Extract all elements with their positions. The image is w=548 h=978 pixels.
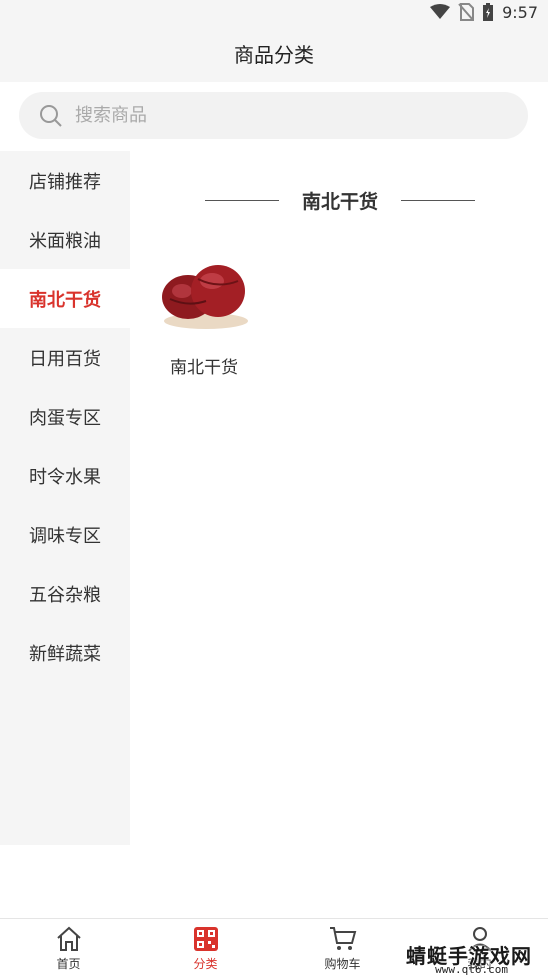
sidebar-item-vegetables[interactable]: 新鲜蔬菜 — [0, 623, 130, 682]
sidebar-item-label: 调味专区 — [29, 525, 101, 547]
sidebar-item-label: 新鲜蔬菜 — [29, 643, 101, 665]
search-box[interactable] — [19, 92, 528, 139]
goods-item[interactable]: 南北干货 — [158, 259, 250, 378]
watermark-url: www.qt6.com — [435, 963, 508, 976]
sidebar-item-label: 日用百货 — [29, 348, 101, 370]
red-dates-image — [162, 265, 248, 329]
section-title: 南北干货 — [301, 190, 378, 213]
sidebar-item-grains[interactable]: 五谷杂粮 — [0, 564, 130, 623]
sidebar-item-meat-egg[interactable]: 肉蛋专区 — [0, 387, 130, 446]
sidebar-item-seasoning[interactable]: 调味专区 — [0, 505, 130, 564]
sidebar-item-shop-recommend[interactable]: 店铺推荐 — [0, 151, 130, 210]
header: 商品分类 — [0, 24, 548, 82]
sidebar-item-label: 店铺推荐 — [29, 171, 101, 193]
divider-line — [205, 199, 279, 201]
category-grid-icon — [193, 926, 218, 951]
search-input[interactable] — [75, 105, 475, 126]
tab-home[interactable]: 首页 — [0, 919, 137, 978]
goods-label: 南北干货 — [170, 358, 238, 378]
tab-label: 分类 — [193, 956, 218, 971]
tab-cart[interactable]: 购物车 — [274, 919, 411, 978]
no-sim-icon — [458, 3, 475, 21]
wifi-icon — [430, 4, 451, 19]
status-icons: 9:57 — [430, 2, 538, 22]
category-content: 南北干货 南北干货 — [130, 151, 548, 845]
sidebar-item-seasonal-fruit[interactable]: 时令水果 — [0, 446, 130, 505]
sidebar-item-dry-goods[interactable]: 南北干货 — [0, 269, 130, 328]
tab-label: 购物车 — [324, 956, 361, 971]
status-time: 9:57 — [502, 2, 538, 22]
tab-category[interactable]: 分类 — [137, 919, 274, 978]
divider-line — [400, 199, 475, 201]
status-bar: 9:57 — [0, 0, 548, 24]
battery-icon — [483, 3, 494, 21]
home-icon — [56, 926, 81, 951]
sidebar-item-label: 五谷杂粮 — [29, 584, 101, 606]
section-header: 南北干货 — [205, 185, 475, 215]
category-sidebar: 店铺推荐 米面粮油 南北干货 日用百货 肉蛋专区 时令水果 调味专区 五谷杂粮 … — [0, 151, 130, 845]
sidebar-item-label: 南北干货 — [29, 289, 101, 311]
sidebar-item-rice-oil[interactable]: 米面粮油 — [0, 210, 130, 269]
sidebar-item-label: 米面粮油 — [29, 230, 101, 252]
page-title: 商品分类 — [234, 42, 314, 67]
sidebar-item-label: 时令水果 — [29, 466, 101, 488]
sidebar-item-label: 肉蛋专区 — [29, 407, 101, 429]
cart-icon — [329, 926, 356, 950]
search-icon — [40, 104, 62, 127]
search-bar — [0, 82, 548, 151]
tab-label: 首页 — [56, 956, 81, 971]
sidebar-item-daily-goods[interactable]: 日用百货 — [0, 328, 130, 387]
